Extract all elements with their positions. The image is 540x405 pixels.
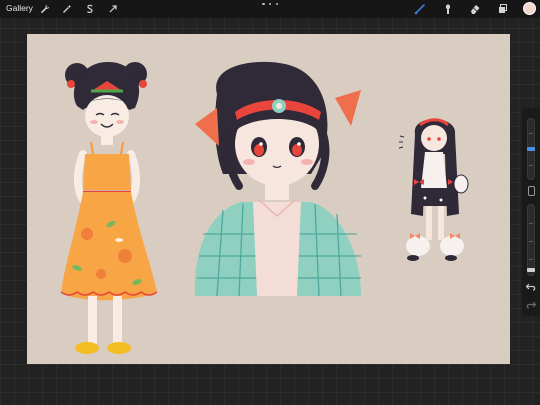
transform-icon[interactable]: [106, 2, 120, 16]
more-options-dots[interactable]: [262, 0, 278, 8]
undo-icon[interactable]: [525, 280, 537, 292]
drawing-canvas[interactable]: [27, 34, 510, 364]
wrench-icon[interactable]: [38, 2, 52, 16]
eraser-icon[interactable]: [468, 2, 482, 16]
redo-icon[interactable]: [525, 298, 537, 310]
smudge-icon[interactable]: [441, 2, 455, 16]
brush-size-slider[interactable]: [527, 118, 535, 180]
brush-size-thumb[interactable]: [527, 147, 535, 151]
gallery-button[interactable]: Gallery: [6, 3, 33, 13]
side-toolbar: [522, 108, 540, 316]
opacity-slider[interactable]: [527, 204, 535, 276]
top-toolbar: Gallery: [0, 0, 540, 18]
selection-icon[interactable]: [83, 2, 97, 16]
opacity-thumb[interactable]: [527, 267, 535, 272]
brush-icon[interactable]: [413, 2, 427, 16]
magic-wand-icon[interactable]: [60, 2, 74, 16]
modify-button[interactable]: [528, 186, 535, 196]
color-picker-swatch[interactable]: [523, 2, 536, 15]
artwork: [27, 34, 510, 364]
layers-icon[interactable]: [496, 2, 510, 16]
